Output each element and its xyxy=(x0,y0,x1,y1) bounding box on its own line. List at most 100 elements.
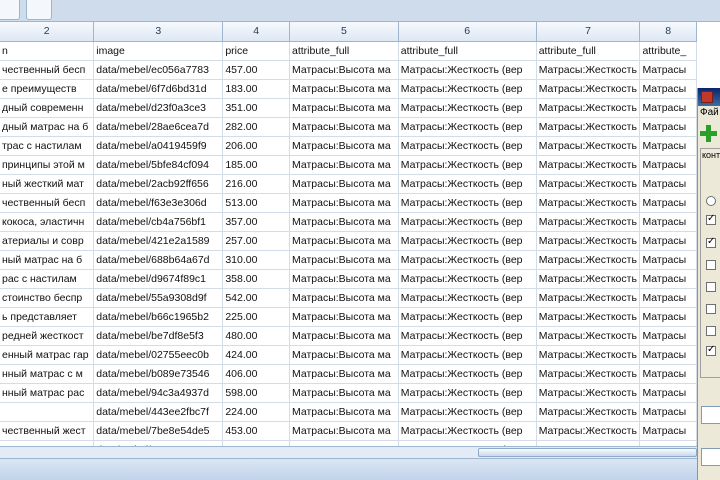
table-cell-c3[interactable]: data/mebel/2acb92ff656 xyxy=(93,174,224,194)
table-cell-c6[interactable]: Матрасы:Жесткость (вер xyxy=(398,79,537,99)
col-header-3[interactable]: 3 xyxy=(93,22,224,42)
table-cell-c8[interactable]: Матрасы xyxy=(639,174,697,194)
table-cell-c8[interactable]: Матрасы xyxy=(639,193,697,213)
table-cell-c2[interactable] xyxy=(0,402,95,422)
scrollbar-thumb[interactable] xyxy=(478,448,697,457)
table-cell-c6[interactable]: Матрасы:Жесткость (вер xyxy=(398,364,537,384)
table-cell-c3[interactable]: data/mebel/55a9308d9f xyxy=(93,288,224,308)
table-cell-c2[interactable]: ный матрас на б xyxy=(0,250,95,270)
table-cell-c7[interactable]: Матрасы:Жесткость xyxy=(536,212,641,232)
table-cell-c2[interactable]: принципы этой м xyxy=(0,155,95,175)
table-cell-c7[interactable]: Матрасы:Жесткость xyxy=(536,402,641,422)
col-header-8[interactable]: 8 xyxy=(639,22,697,42)
table-cell-c8[interactable]: Матрасы xyxy=(639,307,697,327)
col-header-7[interactable]: 7 xyxy=(536,22,641,42)
table-cell-c3[interactable]: data/mebel/d23f0a3ce3 xyxy=(93,98,224,118)
table-cell-c3[interactable]: data/mebel/5bfe84cf094 xyxy=(93,155,224,175)
table-cell-c3[interactable]: data/mebel/421e2a1589 xyxy=(93,231,224,251)
dialog-input-2[interactable] xyxy=(701,448,720,466)
table-cell-c2[interactable]: рас с настилам xyxy=(0,269,95,289)
table-cell-c8[interactable]: Матрасы xyxy=(639,345,697,365)
table-cell-c2[interactable]: стоинство беспр xyxy=(0,288,95,308)
table-cell-c3[interactable]: data/mebel/7be8e54de5 xyxy=(93,421,224,441)
table-cell-c4[interactable]: 513.00 xyxy=(222,193,290,213)
table-cell-c7[interactable]: Матрасы:Жесткость xyxy=(536,250,641,270)
table-cell-c5[interactable]: Матрасы:Высота ма xyxy=(289,136,399,156)
table-cell-c6[interactable]: Матрасы:Жесткость (вер xyxy=(398,155,537,175)
table-cell-c6[interactable]: Матрасы:Жесткость (вер xyxy=(398,136,537,156)
option-checkbox[interactable] xyxy=(706,236,716,248)
table-cell-c5[interactable]: Матрасы:Высота ма xyxy=(289,155,399,175)
table-cell-c3[interactable]: data/mebel/d9674f89c1 xyxy=(93,269,224,289)
table-cell-c4[interactable]: 358.00 xyxy=(222,269,290,289)
table-cell-c4[interactable]: 224.00 xyxy=(222,402,290,422)
table-cell-c5[interactable]: Матрасы:Высота ма xyxy=(289,421,399,441)
table-cell-c2[interactable]: ь представляет xyxy=(0,307,95,327)
table-cell-c6[interactable]: Матрасы:Жесткость (вер xyxy=(398,326,537,346)
table-cell-c5[interactable]: Матрасы:Высота ма xyxy=(289,193,399,213)
table-cell-c5[interactable]: Матрасы:Высота ма xyxy=(289,364,399,384)
table-cell-c7[interactable]: Матрасы:Жесткость xyxy=(536,231,641,251)
option-checkbox[interactable] xyxy=(706,282,716,292)
table-cell-c6[interactable]: Матрасы:Жесткость (вер xyxy=(398,117,537,137)
table-cell-c6[interactable]: Матрасы:Жесткость (вер xyxy=(398,174,537,194)
table-cell-c8[interactable]: Матрасы xyxy=(639,364,697,384)
table-cell-c4[interactable]: 357.00 xyxy=(222,212,290,232)
table-cell-c5[interactable]: Матрасы:Высота ма xyxy=(289,174,399,194)
table-cell-c2[interactable]: трас с настилам xyxy=(0,136,95,156)
col-header-2[interactable]: 2 xyxy=(0,22,95,42)
table-cell-c2[interactable]: енный матрас гар xyxy=(0,345,95,365)
table-cell-c5[interactable]: Матрасы:Высота ма xyxy=(289,79,399,99)
table-cell-c2[interactable]: чественный бесп xyxy=(0,60,95,80)
table-cell-c5[interactable]: Матрасы:Высота ма xyxy=(289,307,399,327)
table-cell-c2[interactable]: чественный жест xyxy=(0,421,95,441)
table-cell-c3[interactable]: data/mebel/cb4a756bf1 xyxy=(93,212,224,232)
dialog-input-1[interactable] xyxy=(701,406,720,424)
table-cell-c3[interactable]: data/mebel/28ae6cea7d xyxy=(93,117,224,137)
table-cell-c2[interactable]: дный матрас на б xyxy=(0,117,95,137)
table-cell-c8[interactable]: Матрасы xyxy=(639,421,697,441)
table-cell-c6[interactable]: Матрасы:Жесткость (вер xyxy=(398,98,537,118)
col-header-4[interactable]: 4 xyxy=(222,22,290,42)
table-cell-c4[interactable]: 310.00 xyxy=(222,250,290,270)
table-cell-c5[interactable]: Матрасы:Высота ма xyxy=(289,60,399,80)
field-name-cell[interactable]: attribute_full xyxy=(398,41,537,61)
table-cell-c4[interactable]: 225.00 xyxy=(222,307,290,327)
table-cell-c5[interactable]: Матрасы:Высота ма xyxy=(289,231,399,251)
table-cell-c6[interactable]: Матрасы:Жесткость (вер xyxy=(398,269,537,289)
table-cell-c7[interactable]: Матрасы:Жесткость xyxy=(536,174,641,194)
table-cell-c4[interactable]: 457.00 xyxy=(222,60,290,80)
table-cell-c5[interactable]: Матрасы:Высота ма xyxy=(289,288,399,308)
table-cell-c2[interactable]: дный современн xyxy=(0,98,95,118)
table-cell-c6[interactable]: Матрасы:Жесткость (вер xyxy=(398,383,537,403)
table-cell-c3[interactable]: data/mebel/443ee2fbc7f xyxy=(93,402,224,422)
table-cell-c4[interactable]: 216.00 xyxy=(222,174,290,194)
table-cell-c3[interactable]: data/mebel/f63e3e306d xyxy=(93,193,224,213)
table-cell-c3[interactable]: data/mebel/be7df8e5f3 xyxy=(93,326,224,346)
table-cell-c4[interactable]: 282.00 xyxy=(222,117,290,137)
option-checkbox[interactable] xyxy=(706,326,716,336)
table-cell-c3[interactable]: data/mebel/ec056a7783 xyxy=(93,60,224,80)
table-cell-c3[interactable]: data/mebel/a0419459f9 xyxy=(93,136,224,156)
table-cell-c6[interactable]: Матрасы:Жесткость (вер xyxy=(398,212,537,232)
table-cell-c6[interactable]: Матрасы:Жесткость (вер xyxy=(398,250,537,270)
table-cell-c8[interactable]: Матрасы xyxy=(639,383,697,403)
table-cell-c6[interactable]: Матрасы:Жесткость (вер xyxy=(398,231,537,251)
sheet-tab-1[interactable] xyxy=(0,0,20,20)
table-cell-c2[interactable]: кокоса, эластичн xyxy=(0,212,95,232)
table-cell-c7[interactable]: Матрасы:Жесткость xyxy=(536,60,641,80)
table-cell-c4[interactable]: 542.00 xyxy=(222,288,290,308)
table-cell-c7[interactable]: Матрасы:Жесткость xyxy=(536,307,641,327)
table-cell-c7[interactable]: Матрасы:Жесткость xyxy=(536,98,641,118)
table-cell-c2[interactable]: чественный бесп xyxy=(0,193,95,213)
table-cell-c6[interactable]: Матрасы:Жесткость (вер xyxy=(398,307,537,327)
table-cell-c4[interactable]: 206.00 xyxy=(222,136,290,156)
table-cell-c8[interactable]: Матрасы xyxy=(639,288,697,308)
add-plus-icon[interactable] xyxy=(700,125,717,142)
table-cell-c5[interactable]: Матрасы:Высота ма xyxy=(289,326,399,346)
table-cell-c8[interactable]: Матрасы xyxy=(639,117,697,137)
table-cell-c7[interactable]: Матрасы:Жесткость xyxy=(536,193,641,213)
option-checkbox[interactable] xyxy=(706,344,716,356)
table-cell-c8[interactable]: Матрасы xyxy=(639,155,697,175)
table-cell-c3[interactable]: data/mebel/b089e73546 xyxy=(93,364,224,384)
